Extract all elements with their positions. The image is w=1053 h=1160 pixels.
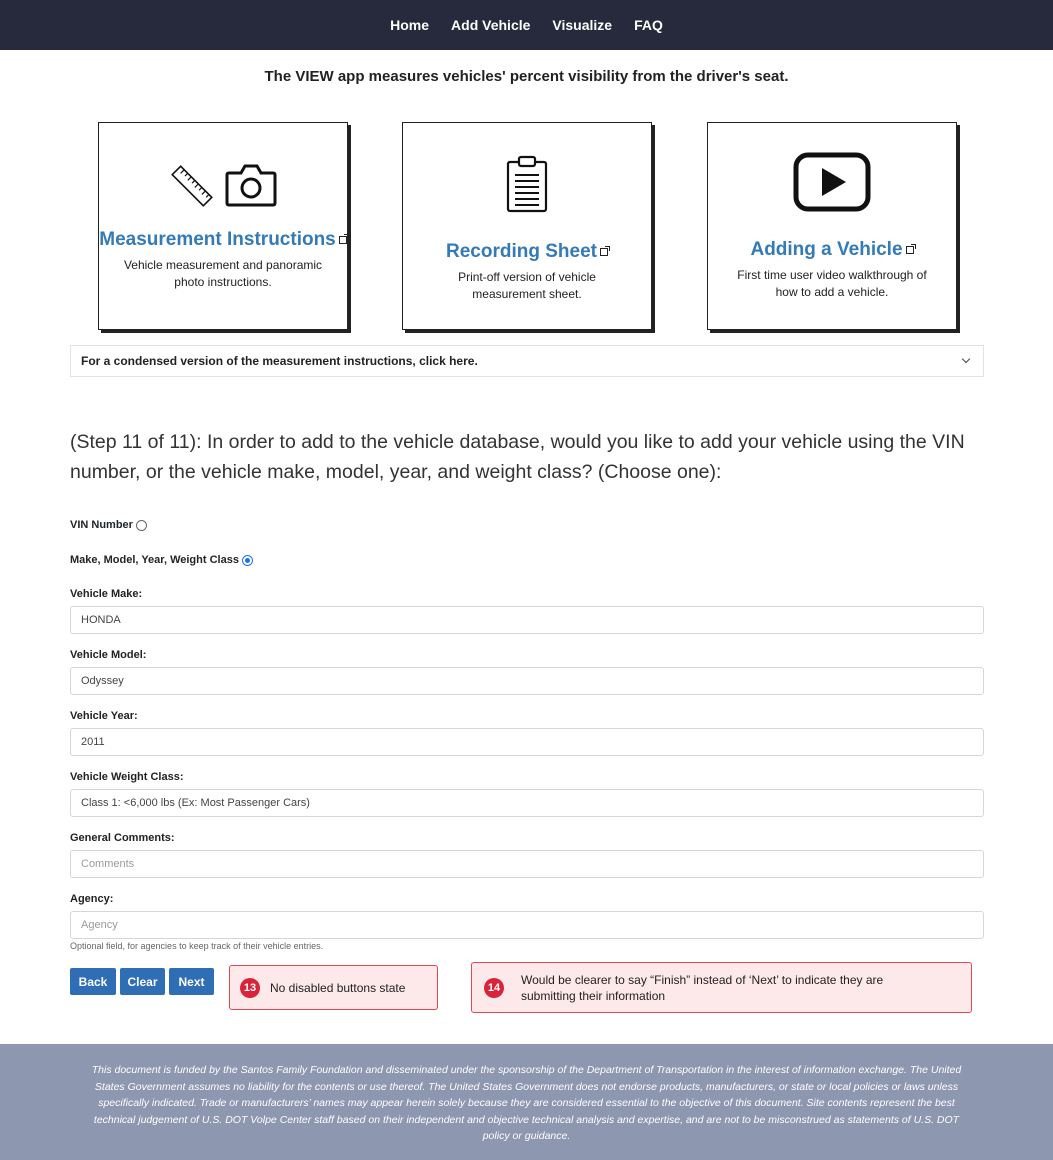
card-title[interactable]: Measurement Instructions <box>99 229 349 251</box>
vehicle-model-label: Vehicle Model: <box>70 649 147 661</box>
card-description: First time user video walkthrough of how… <box>737 268 927 299</box>
vehicle-weight-class-select[interactable]: Class 1: <6,000 lbs (Ex: Most Passenger … <box>70 789 984 817</box>
card-description: Vehicle measurement and panoramic photo … <box>123 258 323 289</box>
comments-input[interactable]: Comments <box>70 850 984 878</box>
adding-vehicle-card[interactable]: Adding a Vehicle First time user video w… <box>707 122 957 330</box>
vehicle-model-input[interactable]: Odyssey <box>70 667 984 695</box>
recording-sheet-title[interactable]: Recording Sheet <box>446 241 597 262</box>
vin-option[interactable]: VIN Number <box>70 519 147 531</box>
annotation-badge: 14 <box>484 977 504 998</box>
annotation-text: No disabled buttons state <box>270 980 406 995</box>
make-model-radio[interactable] <box>241 554 253 566</box>
general-comments-label: General Comments: <box>70 832 175 844</box>
ruler-icon <box>171 165 213 207</box>
annotation-text: Would be clearer to say “Finish” instead… <box>521 972 884 1003</box>
next-button[interactable]: Next <box>169 968 214 995</box>
agency-label: Agency: <box>70 893 114 905</box>
external-link-icon <box>338 233 349 244</box>
back-button[interactable]: Back <box>70 968 116 995</box>
measurement-instructions-title[interactable]: Measurement Instructions <box>99 229 336 250</box>
clipboard-icon <box>506 155 548 213</box>
adding-vehicle-title[interactable]: Adding a Vehicle <box>750 239 902 260</box>
vehicle-make-input[interactable]: HONDA <box>70 606 984 634</box>
footer-disclaimer: This document is funded by the Santos Fa… <box>0 1044 1053 1160</box>
annotation-14: 14 Would be clearer to say “Finish” inst… <box>471 962 972 1013</box>
top-navbar: Home Add Vehicle Visualize FAQ <box>0 0 1053 50</box>
annotation-13: 13 No disabled buttons state <box>229 965 438 1010</box>
agency-input[interactable]: Agency <box>70 911 984 939</box>
nav-add-vehicle-link[interactable]: Add Vehicle <box>451 17 530 33</box>
make-model-option-label: Make, Model, Year, Weight Class <box>70 554 239 566</box>
nav-visualize-link[interactable]: Visualize <box>552 17 612 33</box>
card-icons <box>708 123 956 213</box>
card-description: Print-off version of vehicle measurement… <box>458 270 596 301</box>
external-link-icon <box>599 245 610 256</box>
card-icons <box>99 123 347 213</box>
chevron-down-icon <box>961 354 971 364</box>
camera-icon <box>225 164 277 207</box>
clear-button[interactable]: Clear <box>120 968 165 995</box>
card-title[interactable]: Recording Sheet <box>403 241 651 263</box>
accordion-label: For a condensed version of the measureme… <box>81 354 478 368</box>
external-link-icon <box>905 243 916 254</box>
vin-radio[interactable] <box>135 519 147 531</box>
card-icons <box>403 123 651 213</box>
measurement-instructions-card[interactable]: Measurement Instructions Vehicle measure… <box>98 122 349 330</box>
vehicle-year-input[interactable]: 2011 <box>70 728 984 756</box>
vehicle-year-label: Vehicle Year: <box>70 710 138 722</box>
recording-sheet-card[interactable]: Recording Sheet Print-off version of veh… <box>402 122 652 330</box>
nav-home-link[interactable]: Home <box>390 17 429 33</box>
page-tagline: The VIEW app measures vehicles' percent … <box>264 68 789 85</box>
play-video-icon <box>793 152 871 212</box>
step-question: (Step 11 of 11): In order to add to the … <box>70 431 965 483</box>
vin-option-label: VIN Number <box>70 519 133 531</box>
vehicle-make-label: Vehicle Make: <box>70 588 143 600</box>
make-model-option[interactable]: Make, Model, Year, Weight Class <box>70 554 253 566</box>
nav-faq-link[interactable]: FAQ <box>634 17 663 33</box>
condensed-instructions-accordion[interactable]: For a condensed version of the measureme… <box>70 345 984 377</box>
annotation-badge: 13 <box>240 977 260 998</box>
card-title[interactable]: Adding a Vehicle <box>708 239 956 261</box>
agency-help-text: Optional field, for agencies to keep tra… <box>70 941 324 951</box>
vehicle-weight-class-label: Vehicle Weight Class: <box>70 771 184 783</box>
